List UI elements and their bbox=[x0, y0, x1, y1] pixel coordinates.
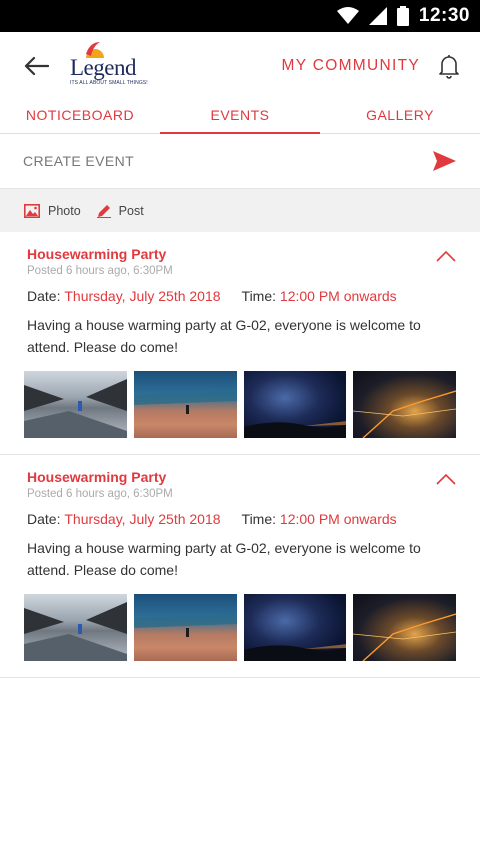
photo-thumbnail[interactable] bbox=[243, 594, 347, 661]
night-sky-photo bbox=[243, 421, 347, 438]
night-sky-photo bbox=[243, 644, 347, 661]
photo-label: Photo bbox=[48, 203, 81, 218]
photo-thumbnail[interactable] bbox=[24, 371, 127, 438]
event-card: Housewarming Party Posted 6 hours ago, 6… bbox=[0, 455, 480, 678]
photo-thumbnail[interactable] bbox=[133, 594, 237, 661]
photo-button[interactable]: Photo bbox=[24, 204, 81, 218]
photo-thumbnail[interactable] bbox=[24, 594, 127, 661]
photo-thumbnail[interactable] bbox=[133, 371, 237, 438]
event-card: Housewarming Party Posted 6 hours ago, 6… bbox=[0, 232, 480, 455]
beach-photo bbox=[133, 614, 237, 637]
back-arrow-icon bbox=[24, 56, 49, 76]
chevron-up-icon[interactable] bbox=[436, 473, 456, 485]
pencil-icon bbox=[96, 204, 111, 218]
logo-text: Legend bbox=[70, 55, 136, 80]
status-time: 12:30 bbox=[418, 5, 470, 26]
event-date: Thursday, July 25th 2018 bbox=[64, 511, 221, 527]
event-description: Having a house warming party at G-02, ev… bbox=[27, 317, 421, 355]
send-icon[interactable] bbox=[433, 151, 456, 171]
tab-noticeboard[interactable]: NOTICEBOARD bbox=[0, 100, 160, 133]
pier-photo bbox=[24, 379, 127, 438]
event-meta: Date: Thursday, July 25th 2018 Time: 12:… bbox=[27, 511, 456, 527]
post-actions: Photo Post bbox=[0, 189, 480, 232]
city-lights-photo bbox=[353, 613, 456, 661]
chevron-up-icon[interactable] bbox=[436, 250, 456, 262]
time-label: Time: bbox=[241, 511, 277, 527]
post-label: Post bbox=[118, 203, 144, 218]
photo-thumbnail[interactable] bbox=[353, 594, 456, 661]
battery-icon bbox=[396, 6, 409, 26]
event-meta: Date: Thursday, July 25th 2018 Time: 12:… bbox=[27, 288, 456, 304]
event-date: Thursday, July 25th 2018 bbox=[64, 288, 221, 304]
image-icon bbox=[24, 203, 40, 218]
notifications-button[interactable] bbox=[436, 52, 462, 80]
post-button[interactable]: Post bbox=[96, 203, 144, 218]
app-bar: Legend ITS ALL ABOUT SMALL THINGS! MY CO… bbox=[0, 32, 480, 100]
status-bar: 12:30 bbox=[0, 0, 480, 32]
event-time: 12:00 PM onwards bbox=[279, 511, 397, 527]
event-description: Having a house warming party at G-02, ev… bbox=[27, 540, 421, 578]
tab-bar: NOTICEBOARD EVENTS GALLERY bbox=[0, 100, 480, 134]
event-photos bbox=[24, 594, 456, 661]
event-time: 12:00 PM onwards bbox=[279, 288, 397, 304]
wifi-icon bbox=[336, 7, 359, 24]
event-title: Housewarming Party bbox=[27, 469, 167, 485]
event-title: Housewarming Party bbox=[27, 246, 167, 262]
beach-photo bbox=[133, 391, 237, 414]
pier-photo bbox=[24, 602, 127, 661]
date-label: Date: bbox=[27, 511, 61, 527]
photo-thumbnail[interactable] bbox=[353, 371, 456, 438]
event-posted-time: Posted 6 hours ago, 6:30PM bbox=[27, 265, 173, 277]
page-title: MY COMMUNITY bbox=[281, 57, 420, 74]
bell-icon bbox=[439, 55, 459, 79]
event-posted-time: Posted 6 hours ago, 6:30PM bbox=[27, 488, 173, 500]
signal-icon bbox=[368, 7, 387, 25]
event-photos bbox=[24, 371, 456, 438]
logo: Legend ITS ALL ABOUT SMALL THINGS! bbox=[70, 38, 148, 94]
photo-thumbnail[interactable] bbox=[243, 371, 347, 438]
logo-tagline: ITS ALL ABOUT SMALL THINGS! bbox=[70, 80, 148, 86]
city-lights-photo bbox=[353, 390, 456, 438]
tab-gallery[interactable]: GALLERY bbox=[320, 100, 480, 133]
back-button[interactable] bbox=[20, 50, 52, 82]
time-label: Time: bbox=[241, 288, 277, 304]
tab-events[interactable]: EVENTS bbox=[160, 100, 320, 134]
create-event-bar[interactable]: CREATE EVENT bbox=[0, 134, 480, 189]
date-label: Date: bbox=[27, 288, 61, 304]
create-event-label: CREATE EVENT bbox=[23, 153, 135, 169]
